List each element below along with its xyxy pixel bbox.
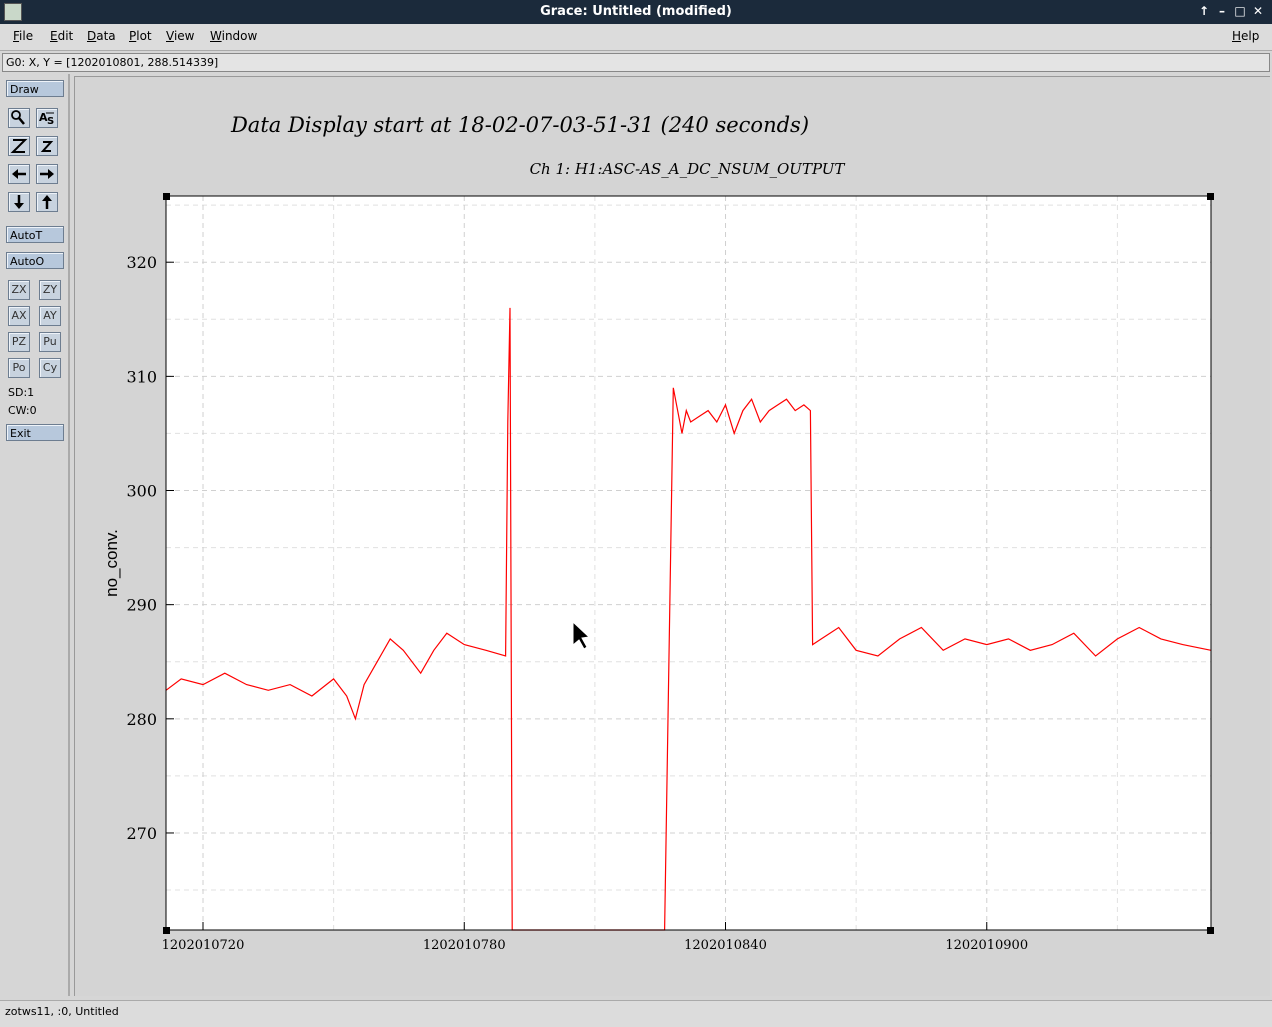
chart-title: Data Display start at 18-02-07-03-51-31 … [230,113,809,137]
menu-help-label: elp [1241,29,1260,43]
locator-text: G0: X, Y = [1202010801, 288.514339] [6,56,219,69]
menu-help[interactable]: Help [1232,29,1259,43]
status-bar: zotws11, :0, Untitled [0,1000,1272,1027]
cw-indicator: CW:0 [8,404,37,417]
x-tick-label: 1202010900 [945,938,1028,953]
chart-svg[interactable]: Data Display start at 18-02-07-03-51-31 … [75,77,1270,996]
up-arrow-icon [42,195,52,209]
y-tick-label: 300 [126,482,157,501]
exit-button[interactable]: Exit [6,424,64,441]
y-tick-label: 320 [126,253,157,272]
frame-handle-tl[interactable] [163,193,170,200]
window-titlebar: Grace: Untitled (modified) ↑ – □ ✕ [0,0,1272,24]
maximize-window-icon[interactable]: □ [1232,3,1248,19]
frame-handle-bl[interactable] [163,927,170,934]
scroll-right-button[interactable] [36,164,58,184]
locator-bar: G0: X, Y = [1202010801, 288.514339] [2,53,1270,72]
ax-button[interactable]: AX [8,306,30,326]
menu-window-mnemonic: W [210,29,222,43]
left-arrow-icon [12,169,26,179]
menu-view-label: iew [173,29,195,43]
scroll-left-button[interactable] [8,164,30,184]
menu-data-mnemonic: D [87,29,97,43]
frame-handle-tr[interactable] [1207,193,1214,200]
plot-frame [166,196,1211,930]
zoom-x-button[interactable] [8,136,30,156]
autotick-button[interactable]: AutoT [6,226,64,243]
menubar: File Edit Data Plot View Window Help [0,24,1272,51]
menu-edit[interactable]: Edit [50,29,73,43]
close-window-icon[interactable]: ✕ [1250,3,1266,19]
zoom-button[interactable] [8,108,30,128]
zoom-icon [11,110,25,125]
menu-data[interactable]: Data [87,29,116,43]
y-tick-label: 280 [126,710,157,729]
x-tick-label: 1202010780 [423,938,506,953]
raise-window-icon[interactable]: ↑ [1196,3,1212,19]
pz-button[interactable]: PZ [8,332,30,352]
menu-window[interactable]: Window [210,29,257,43]
sd-indicator: SD:1 [8,386,35,399]
autoscale-icon: AS [39,111,54,127]
chart-subtitle: Ch 1: H1:ASC-AS_A_DC_NSUM_OUTPUT [530,160,846,178]
plot-canvas[interactable]: Data Display start at 18-02-07-03-51-31 … [74,76,1270,996]
right-arrow-icon [40,169,54,179]
menu-edit-mnemonic: E [50,29,58,43]
minimize-window-icon[interactable]: – [1214,3,1230,19]
cy-button[interactable]: Cy [39,358,61,378]
zoom-y-icon [40,141,54,152]
menu-help-mnemonic: H [1232,29,1242,43]
menu-window-label: indow [221,29,258,43]
scroll-down-button[interactable] [8,192,30,212]
x-tick-label: 1202010840 [684,938,767,953]
tool-panel: Draw AS AutoT AutoO ZX ZY AX AY PZ Pu Po… [2,74,70,996]
frame-handle-br[interactable] [1207,927,1214,934]
po-button[interactable]: Po [8,358,30,378]
menu-view-mnemonic: V [166,29,174,43]
menu-view[interactable]: View [166,29,194,43]
menu-plot-label: lot [136,29,152,43]
zoom-y-button[interactable] [36,136,58,156]
menu-file[interactable]: File [13,29,33,43]
ay-button[interactable]: AY [39,306,61,326]
scroll-up-button[interactable] [36,192,58,212]
menu-edit-label: dit [57,29,74,43]
zx-button[interactable]: ZX [8,280,30,300]
autoscale-button[interactable]: AS [36,108,58,128]
menu-data-label: ata [96,29,116,43]
y-axis-label: no_conv. [102,529,121,597]
pu-button[interactable]: Pu [39,332,61,352]
y-tick-label: 270 [126,824,157,843]
down-arrow-icon [14,195,24,209]
menu-file-label: ile [19,29,34,43]
svg-text:S: S [47,116,54,127]
y-tick-label: 310 [126,367,157,386]
zoom-x-icon [10,139,28,153]
x-tick-label: 1202010720 [162,938,245,953]
menu-plot[interactable]: Plot [129,29,152,43]
y-tick-label: 290 [126,596,157,615]
autoscale-on-button[interactable]: AutoO [6,252,64,269]
status-text: zotws11, :0, Untitled [5,1005,119,1018]
window-title: Grace: Untitled (modified) [540,4,732,19]
draw-button[interactable]: Draw [6,80,64,97]
zy-button[interactable]: ZY [39,280,61,300]
